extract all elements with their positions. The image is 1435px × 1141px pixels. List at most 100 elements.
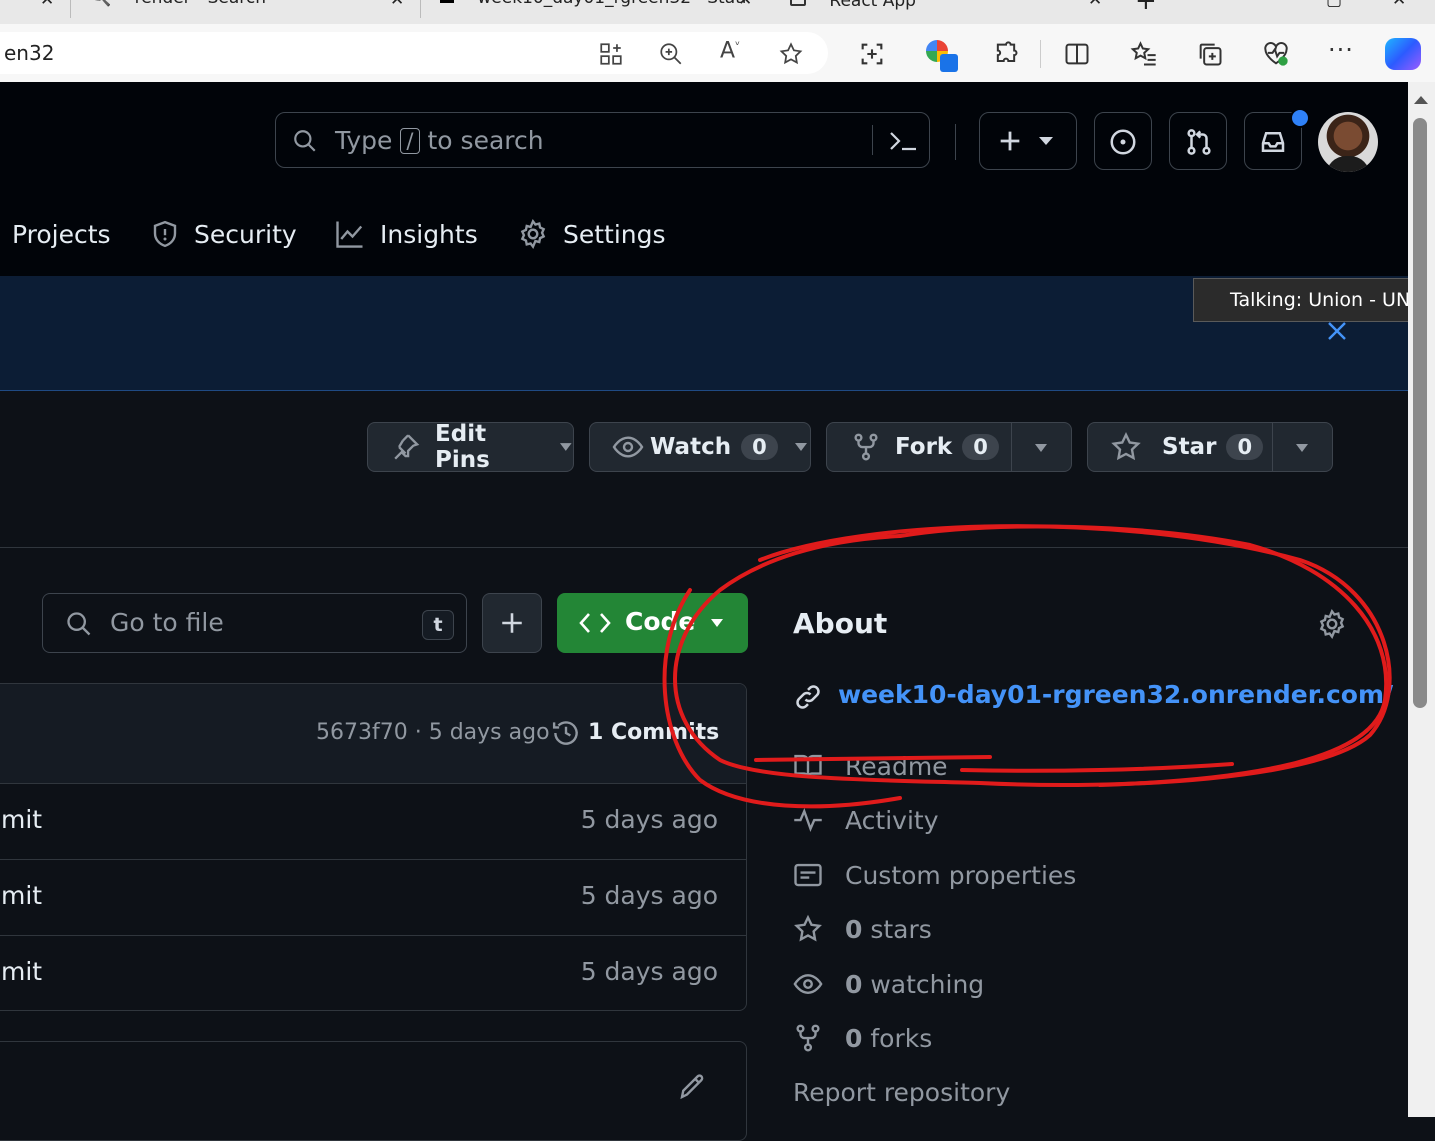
zoom-icon[interactable] [658, 41, 684, 67]
book-icon [794, 754, 822, 778]
nav-security[interactable]: Security [150, 214, 297, 254]
close-icon[interactable] [1326, 320, 1348, 342]
search-icon [67, 612, 91, 636]
stars-count: 0 [845, 914, 863, 944]
report-label: Report repository [793, 1077, 1011, 1107]
tab-close-icon[interactable]: ✕ [738, 0, 752, 20]
pull-requests-button[interactable] [1169, 112, 1227, 170]
about-stars[interactable]: 0 stars [793, 909, 932, 949]
collections-icon[interactable] [1196, 40, 1224, 68]
issues-button[interactable] [1094, 112, 1152, 170]
git-pull-request-icon [1187, 129, 1211, 155]
command-palette-icon[interactable] [888, 127, 918, 155]
nav-insights[interactable]: Insights [334, 214, 478, 254]
latest-commit-info[interactable]: 5673f70 · 5 days ago [316, 720, 550, 745]
triangle-down-icon[interactable] [1295, 443, 1309, 453]
window-close-icon[interactable]: ✕ [1392, 0, 1406, 20]
table-row[interactable]: mit 5 days ago [0, 935, 746, 1010]
create-new-button[interactable] [979, 112, 1077, 170]
triangle-down-icon[interactable] [1034, 443, 1048, 453]
about-title: About [793, 607, 888, 640]
custom-properties-label: Custom properties [845, 860, 1077, 890]
browser-essentials-icon[interactable] [1262, 40, 1290, 68]
split-screen-icon[interactable] [1063, 40, 1091, 68]
tab-react-app[interactable]: React App [790, 0, 916, 18]
search-icon [294, 130, 316, 152]
star-icon [794, 914, 822, 942]
add-file-button[interactable] [482, 593, 542, 653]
commits-link[interactable]: 1 Commits [588, 720, 719, 745]
tab-title: React App [829, 0, 916, 11]
commit-date: 5 days ago [580, 957, 718, 986]
website-link[interactable]: week10-day01-rgreen32.onrender.com/ [838, 680, 1393, 709]
report-repository-link[interactable]: Report repository [793, 1072, 1010, 1112]
tab-close-icon[interactable]: ✕ [390, 0, 404, 20]
screenshot-icon[interactable] [858, 40, 886, 68]
star-button[interactable]: Star 0 [1087, 422, 1333, 472]
tab-close-icon[interactable]: ✕ [40, 0, 54, 20]
copilot-icon[interactable] [1385, 38, 1421, 70]
fork-button[interactable]: Fork 0 [826, 422, 1072, 472]
edit-pins-button[interactable]: Edit Pins [367, 421, 574, 473]
read-aloud-icon[interactable]: Aᵛ [720, 38, 740, 63]
app-available-icon[interactable] [598, 41, 624, 67]
more-icon[interactable]: ··· [1328, 36, 1354, 64]
table-row[interactable]: mit 5 days ago [0, 783, 746, 860]
pencil-icon[interactable] [677, 1072, 707, 1102]
nav-projects[interactable]: Projects [12, 214, 111, 254]
about-readme[interactable]: Readme [793, 746, 948, 786]
note-icon [794, 863, 822, 887]
new-tab-button[interactable]: + [1135, 0, 1157, 16]
gear-icon[interactable] [1316, 608, 1348, 640]
scrollbar-thumb[interactable] [1413, 118, 1427, 708]
favorites-icon[interactable] [1130, 40, 1158, 68]
nav-settings-label: Settings [563, 219, 666, 249]
restore-icon[interactable]: ▢ [1326, 0, 1342, 20]
about-activity[interactable]: Activity [793, 800, 939, 840]
nav-insights-label: Insights [380, 219, 478, 249]
code-button[interactable]: Code [557, 593, 748, 653]
tab-week10[interactable]: week10_day01_rgreen32 · Stati [440, 0, 747, 18]
nav-projects-label: Projects [12, 219, 111, 249]
search-divider [872, 125, 873, 155]
shortcut-key-t: t [422, 610, 454, 640]
code-icon [579, 613, 611, 633]
shield-icon [153, 220, 177, 248]
extensions-puzzle-icon[interactable] [992, 40, 1020, 68]
address-bar[interactable]: en32 Aᵛ [0, 32, 828, 74]
commit-message[interactable]: mit [1, 805, 42, 834]
commit-message[interactable]: mit [1, 881, 42, 910]
section-divider [0, 547, 1408, 548]
watch-button[interactable]: Watch 0 [589, 422, 811, 472]
tab-divider [70, 0, 71, 18]
activity-label: Activity [845, 805, 939, 835]
about-watching[interactable]: 0 watching [793, 964, 984, 1004]
search-placeholder-suffix: to search [427, 126, 544, 155]
forks-count: 0 [845, 1023, 863, 1053]
history-icon [552, 721, 578, 745]
latest-commit-bar: 5673f70 · 5 days ago 1 Commits [0, 684, 746, 784]
table-row[interactable]: mit 5 days ago [0, 859, 746, 936]
avatar[interactable] [1318, 112, 1378, 172]
eye-icon [793, 974, 823, 994]
minimize-icon[interactable]: — [1256, 0, 1273, 16]
tab-close-icon[interactable]: ✕ [1088, 0, 1102, 20]
extension-colorful-icon[interactable] [926, 40, 960, 74]
scroll-up-icon[interactable] [1413, 94, 1429, 106]
code-label: Code [625, 607, 696, 636]
search-input[interactable]: Type / to search [275, 112, 930, 168]
about-forks[interactable]: 0 forks [793, 1018, 932, 1058]
tab-render-search[interactable]: 🔍 render - Search [90, 0, 266, 18]
toolbar-divider [1040, 40, 1041, 68]
button-divider [1011, 423, 1012, 471]
favorite-star-icon[interactable] [778, 41, 804, 67]
commit-message[interactable]: mit [1, 957, 42, 986]
triangle-down-icon [560, 443, 573, 451]
page-icon [790, 0, 806, 6]
about-custom-properties[interactable]: Custom properties [793, 855, 1076, 895]
tooltip-text: Talking: Union - UNS12 [1230, 289, 1435, 311]
eye-icon [612, 436, 644, 458]
tab-title: render - Search [135, 0, 266, 8]
go-to-file-input[interactable]: Go to file t [42, 593, 467, 653]
nav-settings[interactable]: Settings [517, 214, 666, 254]
